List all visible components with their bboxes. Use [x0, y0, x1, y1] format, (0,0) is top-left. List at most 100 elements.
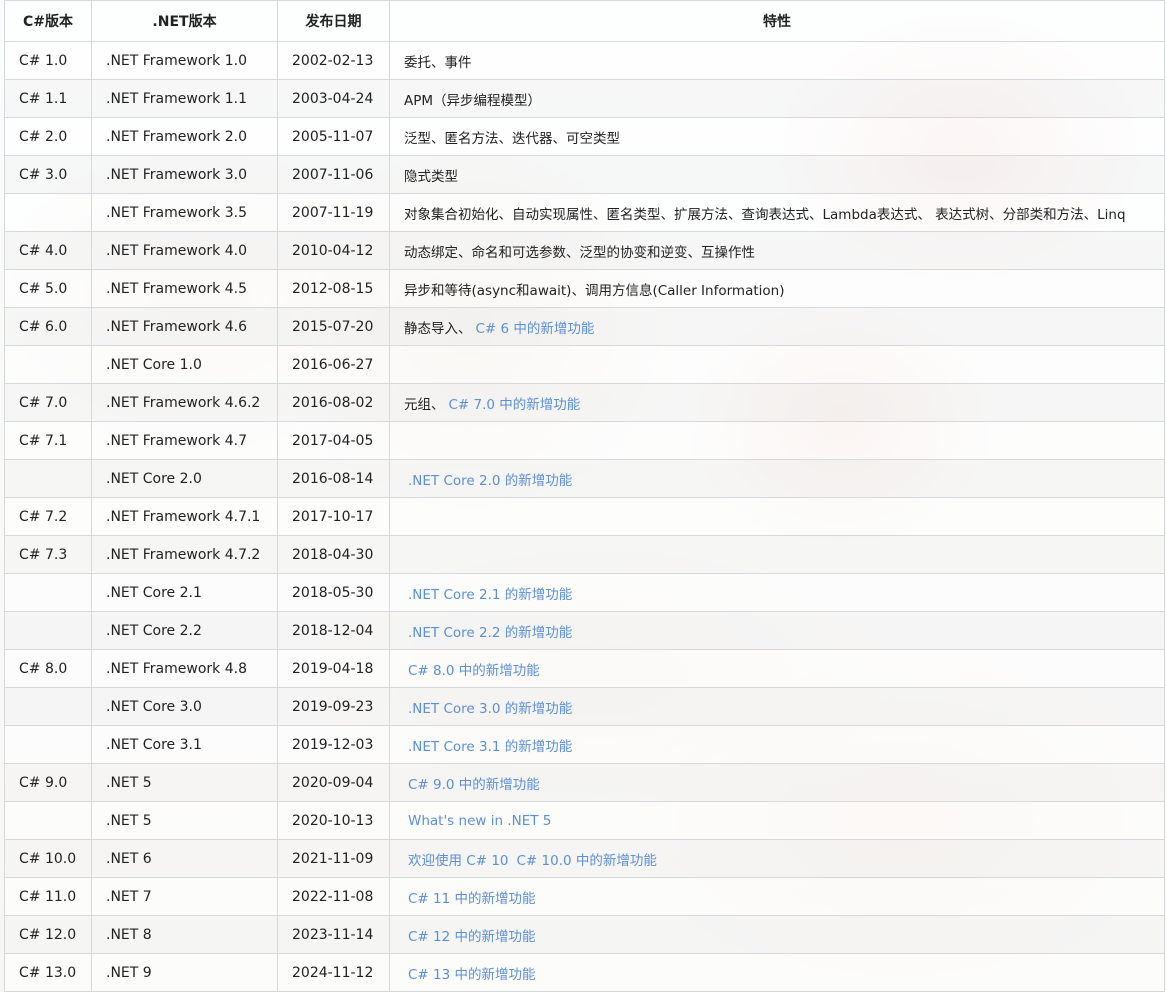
cell-dotnet-version: .NET 5 [92, 802, 278, 840]
cell-csharp-version: C# 6.0 [5, 308, 92, 346]
cell-csharp-version: C# 2.0 [5, 118, 92, 156]
feature-link[interactable]: .NET Core 3.1 的新增功能 [404, 739, 572, 755]
cell-csharp-version: C# 7.2 [5, 498, 92, 536]
cell-dotnet-version: .NET Framework 3.5 [92, 194, 278, 232]
cell-csharp-version [5, 726, 92, 764]
cell-dotnet-version: .NET Framework 4.0 [92, 232, 278, 270]
feature-text: 泛型、匿名方法、迭代器、可空类型 [404, 131, 620, 147]
cell-csharp-version [5, 802, 92, 840]
table-row: C# 7.0.NET Framework 4.6.22016-08-02元组、C… [5, 384, 1165, 422]
cell-dotnet-version: .NET Framework 4.8 [92, 650, 278, 688]
cell-features [390, 422, 1165, 460]
cell-csharp-version: C# 11.0 [5, 878, 92, 916]
cell-features: What's new in .NET 5 [390, 802, 1165, 840]
cell-csharp-version: C# 1.0 [5, 42, 92, 80]
cell-csharp-version [5, 346, 92, 384]
feature-link[interactable]: .NET Core 3.0 的新增功能 [404, 701, 572, 717]
feature-link[interactable]: C# 8.0 中的新增功能 [404, 663, 540, 679]
version-table: C#版本 .NET版本 发布日期 特性 C# 1.0.NET Framework… [4, 0, 1165, 992]
feature-text: 委托、事件 [404, 55, 472, 71]
cell-release-date: 2016-08-14 [278, 460, 390, 498]
cell-features [390, 346, 1165, 384]
feature-link[interactable]: C# 7.0 中的新增功能 [445, 397, 581, 413]
cell-dotnet-version: .NET Core 3.0 [92, 688, 278, 726]
cell-dotnet-version: .NET Core 1.0 [92, 346, 278, 384]
table-row: .NET Framework 3.52007-11-19 对象集合初始化、自动实现… [5, 194, 1165, 232]
feature-link[interactable]: C# 12 中的新增功能 [404, 929, 536, 945]
feature-text: 异步和等待(async和await)、调用方信息(Caller Informat… [404, 283, 784, 299]
cell-release-date: 2003-04-24 [278, 80, 390, 118]
feature-text: 动态绑定、命名和可选参数、泛型的协变和逆变、互操作性 [404, 245, 755, 261]
header-release-date: 发布日期 [278, 1, 390, 42]
cell-csharp-version: C# 10.0 [5, 840, 92, 878]
cell-release-date: 2016-06-27 [278, 346, 390, 384]
feature-link[interactable]: 欢迎使用 C# 10 [404, 853, 509, 869]
cell-release-date: 2016-08-02 [278, 384, 390, 422]
cell-dotnet-version: .NET Core 2.1 [92, 574, 278, 612]
cell-features: 委托、事件 [390, 42, 1165, 80]
cell-dotnet-version: .NET Framework 4.5 [92, 270, 278, 308]
cell-release-date: 2018-05-30 [278, 574, 390, 612]
cell-dotnet-version: .NET Framework 4.7.2 [92, 536, 278, 574]
table-row: .NET Core 3.02019-09-23.NET Core 3.0 的新增… [5, 688, 1165, 726]
feature-text: APM（异步编程模型） [404, 93, 541, 109]
cell-dotnet-version: .NET Framework 4.7.1 [92, 498, 278, 536]
cell-release-date: 2020-09-04 [278, 764, 390, 802]
cell-features [390, 536, 1165, 574]
cell-dotnet-version: .NET Framework 1.1 [92, 80, 278, 118]
table-row: C# 2.0.NET Framework 2.02005-11-07泛型、匿名方… [5, 118, 1165, 156]
cell-csharp-version: C# 4.0 [5, 232, 92, 270]
cell-release-date: 2007-11-19 [278, 194, 390, 232]
cell-features: .NET Core 3.1 的新增功能 [390, 726, 1165, 764]
table-row: .NET 52020-10-13 What's new in .NET 5 [5, 802, 1165, 840]
table-row: C# 5.0.NET Framework 4.52012-08-15 异步和等待(… [5, 270, 1165, 308]
feature-text: 元组、 [404, 397, 445, 413]
table-row: C# 4.0.NET Framework 4.02010-04-12动态绑定、命… [5, 232, 1165, 270]
feature-link[interactable]: C# 10.0 中的新增功能 [517, 853, 657, 869]
cell-features: 对象集合初始化、自动实现属性、匿名类型、扩展方法、查询表达式、Lambda表达式… [390, 194, 1165, 232]
cell-csharp-version: C# 12.0 [5, 916, 92, 954]
table-row: .NET Core 2.22018-12-04.NET Core 2.2 的新增… [5, 612, 1165, 650]
table-row: C# 13.0.NET 92024-11-12C# 13 中的新增功能 [5, 954, 1165, 992]
cell-features: 静态导入、C# 6 中的新增功能 [390, 308, 1165, 346]
table-row: C# 12.0.NET 82023-11-14C# 12 中的新增功能 [5, 916, 1165, 954]
cell-features: 动态绑定、命名和可选参数、泛型的协变和逆变、互操作性 [390, 232, 1165, 270]
cell-csharp-version [5, 460, 92, 498]
cell-dotnet-version: .NET 9 [92, 954, 278, 992]
cell-dotnet-version: .NET Framework 4.6 [92, 308, 278, 346]
cell-features: 欢迎使用 C# 10 C# 10.0 中的新增功能 [390, 840, 1165, 878]
feature-link[interactable]: What's new in .NET 5 [404, 813, 551, 829]
cell-dotnet-version: .NET 5 [92, 764, 278, 802]
header-csharp-version: C#版本 [5, 1, 92, 42]
cell-csharp-version: C# 1.1 [5, 80, 92, 118]
cell-csharp-version: C# 9.0 [5, 764, 92, 802]
table-row: .NET Core 1.02016-06-27 [5, 346, 1165, 384]
header-dotnet-version: .NET版本 [92, 1, 278, 42]
feature-text: 对象集合初始化、自动实现属性、匿名类型、扩展方法、查询表达式、Lambda表达式… [404, 207, 1126, 223]
cell-features: C# 12 中的新增功能 [390, 916, 1165, 954]
cell-features: .NET Core 2.2 的新增功能 [390, 612, 1165, 650]
cell-release-date: 2012-08-15 [278, 270, 390, 308]
cell-release-date: 2017-10-17 [278, 498, 390, 536]
feature-link[interactable]: .NET Core 2.0 的新增功能 [404, 473, 572, 489]
cell-csharp-version [5, 194, 92, 232]
feature-link[interactable]: C# 13 中的新增功能 [404, 967, 536, 983]
cell-csharp-version: C# 5.0 [5, 270, 92, 308]
table-row: C# 3.0.NET Framework 3.02007-11-06隐式类型 [5, 156, 1165, 194]
cell-csharp-version: C# 3.0 [5, 156, 92, 194]
cell-csharp-version: C# 7.3 [5, 536, 92, 574]
cell-release-date: 2021-11-09 [278, 840, 390, 878]
cell-features: 元组、C# 7.0 中的新增功能 [390, 384, 1165, 422]
feature-link[interactable]: .NET Core 2.1 的新增功能 [404, 587, 572, 603]
header-features: 特性 [390, 1, 1165, 42]
cell-features: APM（异步编程模型） [390, 80, 1165, 118]
feature-link[interactable]: C# 9.0 中的新增功能 [404, 777, 540, 793]
cell-dotnet-version: .NET Framework 4.6.2 [92, 384, 278, 422]
feature-link[interactable]: C# 6 中的新增功能 [472, 321, 595, 337]
table-row: C# 10.0.NET 62021-11-09欢迎使用 C# 10C# 10.0… [5, 840, 1165, 878]
cell-dotnet-version: .NET Core 2.2 [92, 612, 278, 650]
feature-link[interactable]: C# 11 中的新增功能 [404, 891, 536, 907]
table-row: C# 7.3.NET Framework 4.7.22018-04-30 [5, 536, 1165, 574]
feature-link[interactable]: .NET Core 2.2 的新增功能 [404, 625, 572, 641]
cell-release-date: 2020-10-13 [278, 802, 390, 840]
